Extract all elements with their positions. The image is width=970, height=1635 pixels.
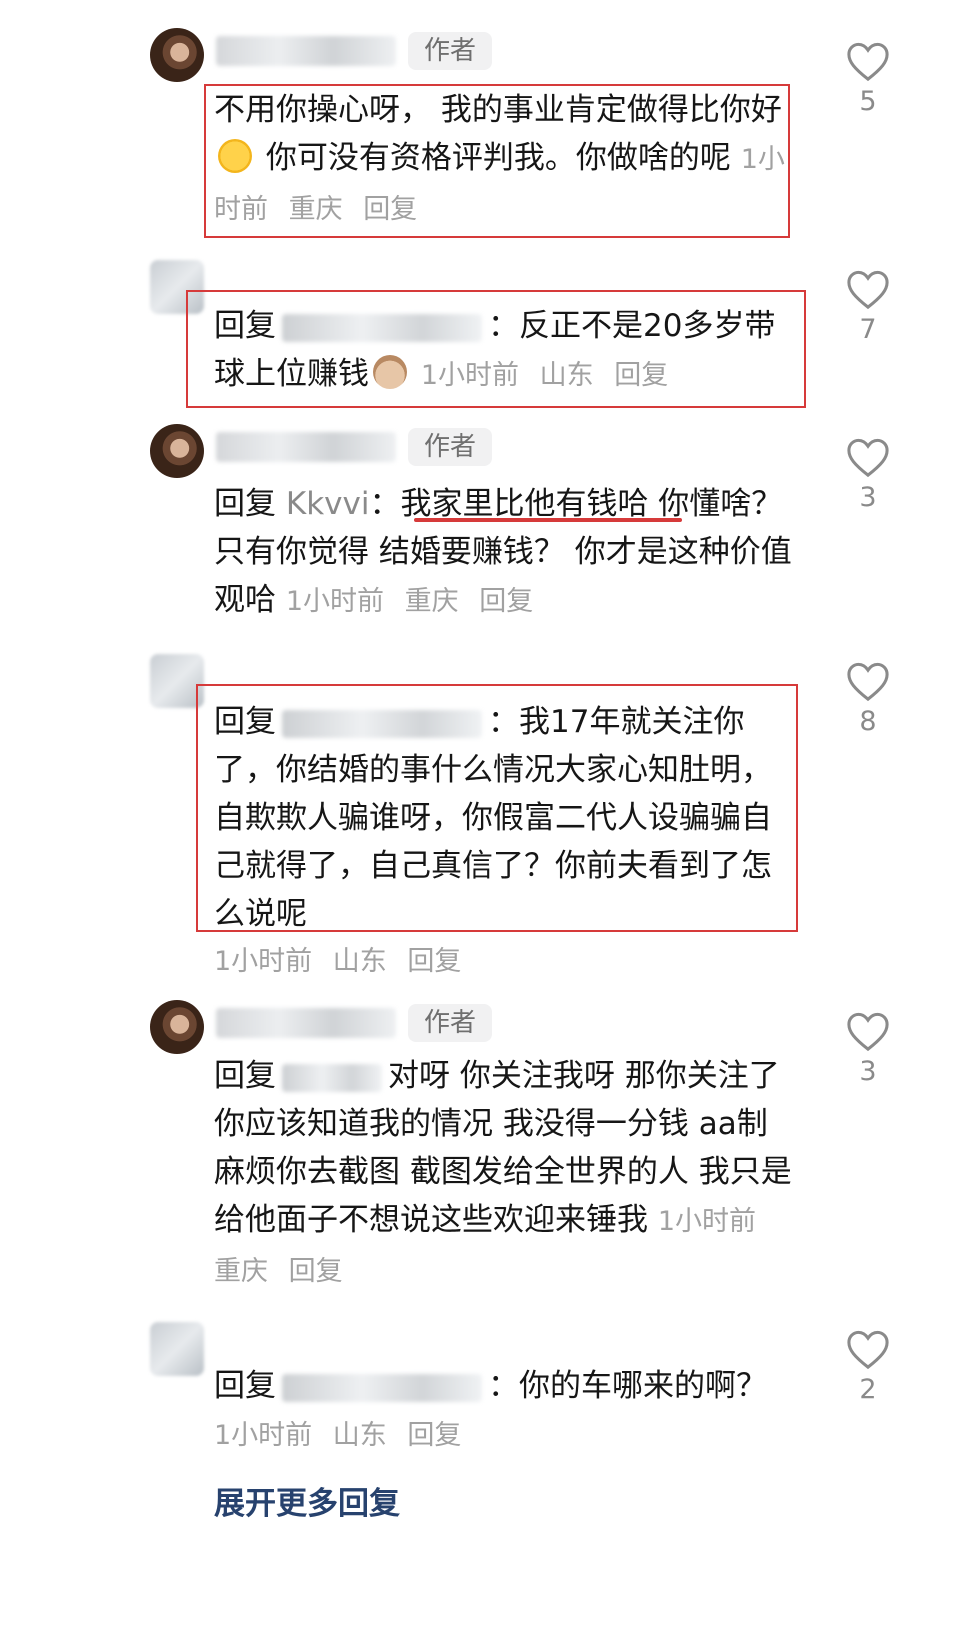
reply-link[interactable]: 回复 — [289, 1256, 343, 1287]
timestamp: 1小时前 — [214, 946, 313, 977]
avatar[interactable] — [150, 424, 204, 478]
comment-body: 回复 对呀 你关注我呀 那你关注了你应该知道我的情况 我没得一分钱 aa制 麻烦你… — [214, 1052, 794, 1296]
username-redacted[interactable] — [216, 432, 396, 462]
location: 山东 — [332, 946, 387, 977]
like-count: 7 — [859, 314, 877, 345]
comment-meta: 1小时前 山东 回复 — [214, 938, 794, 986]
comment-item: 回复 ：我17年就关注你了，你结婚的事什么情况大家心知肚明，自欺欺人骗谁呀，你假富… — [0, 650, 970, 990]
like-button[interactable]: 3 — [840, 1010, 896, 1087]
comment-item: 回复 ：你的车哪来的啊？ 1小时前 山东 回复 2 — [0, 1310, 970, 1470]
heart-outline-icon — [847, 270, 889, 310]
like-count: 3 — [859, 482, 877, 513]
mention-redacted[interactable] — [282, 709, 482, 738]
thinking-face-icon — [218, 139, 252, 173]
avatar[interactable] — [150, 1000, 204, 1054]
location: 重庆 — [288, 194, 343, 225]
comment-item: 作者 回复 Kkvvi：我家里比他有钱哈 你懂啥？ 只有你觉得 结婚要赚钱？ 你… — [0, 410, 970, 650]
comment-text-continued: 你可没有资格评判我。你做啥的呢 — [256, 140, 731, 176]
heart-outline-icon — [847, 438, 889, 478]
poop-face-icon — [373, 355, 407, 389]
comment-item: 回复 ：反正不是20多岁带球上位赚钱 1小时前 山东 回复 7 — [0, 250, 970, 410]
comment-body: 回复 ：你的车哪来的啊？ 1小时前 山东 回复 — [214, 1362, 794, 1460]
avatar[interactable] — [150, 1322, 204, 1376]
comment-text: ：我17年就关注你了，你结婚的事什么情况大家心知肚明，自欺欺人骗谁呀，你假富二代… — [214, 704, 772, 932]
like-count: 5 — [859, 86, 877, 117]
comment-meta: 1小时前 山东 回复 — [421, 360, 680, 391]
reply-prefix: 回复 — [214, 308, 276, 344]
annotation-underline — [414, 518, 682, 522]
mention-redacted[interactable] — [282, 1373, 482, 1402]
reply-link[interactable]: 回复 — [407, 1420, 461, 1451]
timestamp: 1小时前 — [285, 586, 385, 617]
comment-body: 回复 Kkvvi：我家里比他有钱哈 你懂啥？ 只有你觉得 结婚要赚钱？ 你才是这… — [214, 480, 794, 626]
author-badge: 作者 — [408, 1004, 492, 1042]
like-count: 2 — [859, 1374, 877, 1405]
reply-link[interactable]: 回复 — [614, 360, 668, 391]
reply-prefix: 回复 — [214, 1058, 276, 1094]
comment-item: 作者 不用你操心呀， 我的事业肯定做得比你好 你可没有资格评判我。你做啥的呢 1… — [0, 0, 970, 250]
comment-body: 回复 ：我17年就关注你了，你结婚的事什么情况大家心知肚明，自欺欺人骗谁呀，你假富… — [214, 698, 794, 986]
comment-item: 作者 回复 对呀 你关注我呀 那你关注了你应该知道我的情况 我没得一分钱 aa制 … — [0, 990, 970, 1310]
username-redacted[interactable] — [216, 1008, 396, 1038]
comment-meta: 1小时前 重庆 回复 — [286, 586, 545, 617]
heart-outline-icon — [847, 1012, 889, 1052]
mention-username[interactable]: Kkvvi — [286, 486, 370, 522]
like-count: 8 — [859, 706, 877, 737]
reply-link[interactable]: 回复 — [407, 946, 461, 977]
like-button[interactable]: 7 — [840, 268, 896, 345]
avatar[interactable] — [150, 654, 204, 708]
reply-link[interactable]: 回复 — [363, 194, 417, 225]
author-badge: 作者 — [408, 428, 492, 466]
reply-prefix: 回复 — [214, 1368, 276, 1404]
avatar[interactable] — [150, 28, 204, 82]
comment-text: ：你的车哪来的啊？ — [488, 1368, 767, 1404]
timestamp: 1小时前 — [657, 1206, 757, 1237]
like-button[interactable]: 8 — [840, 660, 896, 737]
expand-more-replies-link[interactable]: 展开更多回复 — [214, 1478, 400, 1523]
reply-prefix: 回复 — [214, 486, 276, 522]
reply-link[interactable]: 回复 — [479, 586, 533, 617]
comment-text: 不用你操心呀， 我的事业肯定做得比你好 — [214, 92, 782, 128]
like-button[interactable]: 2 — [840, 1328, 896, 1405]
like-count: 3 — [859, 1056, 877, 1087]
mention-redacted[interactable] — [282, 1063, 382, 1092]
timestamp: 1小时前 — [214, 1420, 313, 1451]
heart-outline-icon — [847, 42, 889, 82]
like-button[interactable]: 5 — [840, 40, 896, 117]
location: 重庆 — [214, 1256, 268, 1287]
comment-body: 不用你操心呀， 我的事业肯定做得比你好 你可没有资格评判我。你做啥的呢 1小时前… — [214, 86, 794, 234]
avatar[interactable] — [150, 260, 204, 314]
timestamp: 1小时前 — [420, 360, 520, 391]
mention-redacted[interactable] — [282, 313, 482, 342]
comment-meta: 1小时前 山东 回复 — [214, 1420, 473, 1451]
location: 山东 — [539, 360, 594, 391]
location: 山东 — [332, 1420, 387, 1451]
heart-outline-icon — [847, 1330, 889, 1370]
author-badge: 作者 — [408, 32, 492, 70]
heart-outline-icon — [847, 662, 889, 702]
reply-prefix: 回复 — [214, 704, 276, 740]
comment-body: 回复 ：反正不是20多岁带球上位赚钱 1小时前 山东 回复 — [214, 302, 794, 400]
location: 重庆 — [404, 586, 459, 617]
username-redacted[interactable] — [216, 36, 396, 66]
like-button[interactable]: 3 — [840, 436, 896, 513]
